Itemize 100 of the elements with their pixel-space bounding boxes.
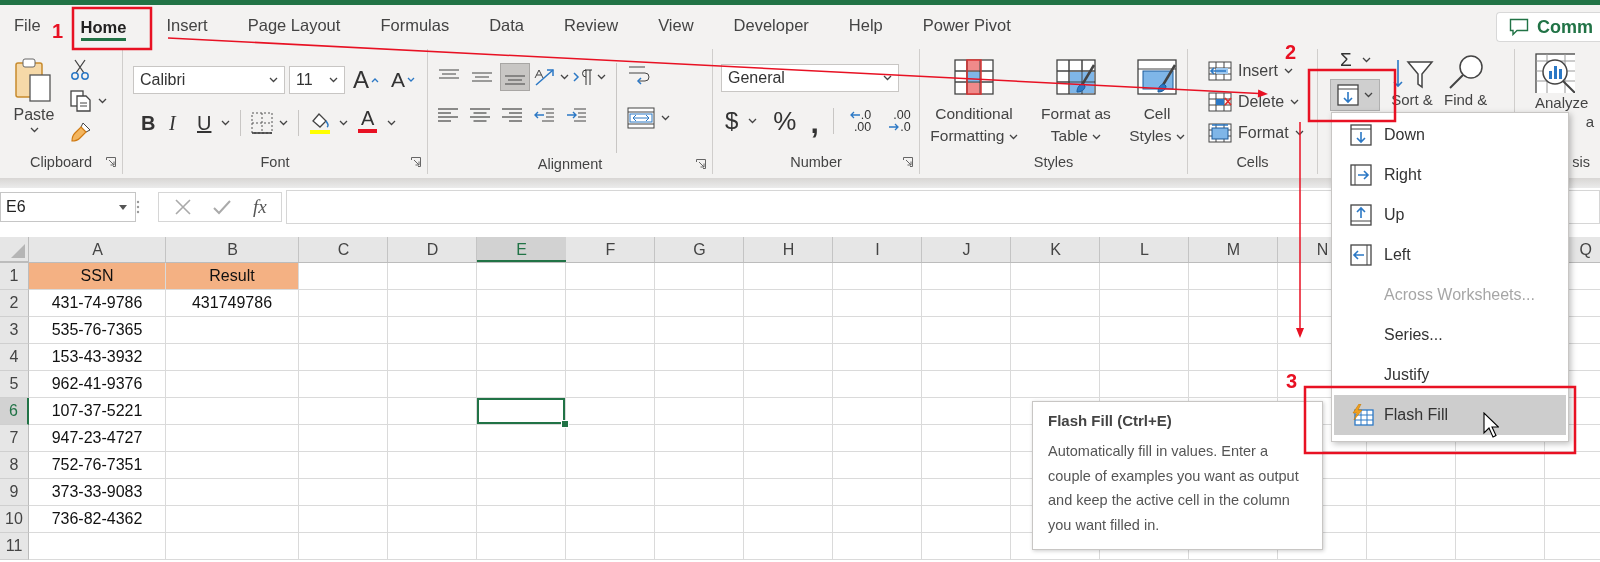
chevron-icon[interactable]	[329, 77, 338, 83]
fill-down-icon[interactable]	[1337, 84, 1359, 106]
row-header[interactable]: 6	[0, 398, 29, 425]
row-header[interactable]: 3	[0, 317, 29, 344]
borders-icon[interactable]	[251, 112, 273, 134]
column-header[interactable]: A	[29, 237, 166, 262]
grow-font-button[interactable]: A	[349, 65, 383, 95]
copy-icon[interactable]	[70, 90, 92, 112]
table-cell[interactable]: 947-23-4727	[29, 425, 165, 451]
fill-up-icon[interactable]	[1350, 204, 1372, 226]
conditional-formatting-icon[interactable]	[954, 59, 994, 97]
column-header[interactable]: D	[388, 237, 477, 262]
dialog-launcher-icon[interactable]	[411, 157, 421, 167]
chevron-icon[interactable]	[748, 118, 758, 124]
table-cell[interactable]: 736-82-4362	[29, 506, 165, 532]
row-header[interactable]: 4	[0, 344, 29, 371]
chevron-icon[interactable]	[1294, 129, 1304, 136]
column-header[interactable]: C	[299, 237, 388, 262]
paste-button[interactable]: Paste	[6, 53, 62, 150]
text-direction-icon[interactable]	[572, 68, 594, 86]
merge-cells-icon[interactable]	[627, 107, 655, 129]
format-table-icon[interactable]	[1056, 59, 1096, 97]
comments-button[interactable]: Comm	[1496, 12, 1600, 42]
decrease-indent-icon[interactable]	[534, 107, 554, 123]
table-cell[interactable]: 373-33-9083	[29, 479, 165, 505]
fill-left-icon[interactable]	[1350, 244, 1372, 266]
column-header[interactable]: I	[833, 237, 922, 262]
table-cell[interactable]: 107-37-5221	[29, 398, 165, 424]
sort-filter-icon[interactable]	[1390, 58, 1434, 90]
italic-button[interactable]: I	[165, 108, 187, 138]
table-cell[interactable]: 752-76-7351	[29, 452, 165, 478]
chevron-icon[interactable]	[269, 77, 278, 83]
fill-button[interactable]	[1330, 79, 1380, 111]
format-cells-button[interactable]: Format	[1208, 117, 1317, 148]
currency-button[interactable]: $	[721, 106, 743, 136]
table-cell[interactable]: 962-41-9376	[29, 371, 165, 397]
chevron-icon[interactable]	[560, 74, 569, 80]
row-header[interactable]: 8	[0, 452, 29, 479]
delete-cells-button[interactable]: Delete	[1208, 86, 1317, 117]
ribbon-tab[interactable]: Insert	[146, 5, 228, 45]
menu-item[interactable]: Down	[1332, 115, 1568, 155]
font-name-dropdown[interactable]: Calibri	[133, 66, 285, 94]
table-cell[interactable]: 431-74-9786	[29, 290, 165, 316]
bold-button[interactable]: B	[137, 108, 159, 138]
chevron-icon[interactable]	[597, 74, 606, 80]
button-label[interactable]: Analyze	[1535, 95, 1600, 111]
paintbrush-icon[interactable]	[70, 121, 92, 143]
column-header[interactable]: K	[1011, 237, 1100, 262]
column-header[interactable]: F	[566, 237, 655, 262]
chevron-icon[interactable]	[98, 98, 107, 104]
chevron-icon[interactable]	[1092, 134, 1102, 141]
delete-cells-icon[interactable]	[1208, 91, 1232, 112]
menu-item[interactable]: Up	[1332, 195, 1568, 235]
orientation-icon[interactable]	[533, 67, 557, 87]
table-cell[interactable]: 431749786	[166, 290, 298, 316]
chevron-icon[interactable]	[1175, 134, 1185, 141]
chevron-icon[interactable]	[1008, 134, 1018, 141]
insert-cells-icon[interactable]	[1208, 60, 1232, 81]
fill-color-icon[interactable]	[309, 111, 333, 135]
row-header[interactable]: 7	[0, 425, 29, 452]
row-header[interactable]: 9	[0, 479, 29, 506]
column-header[interactable]: H	[744, 237, 833, 262]
dialog-launcher-icon[interactable]	[696, 158, 706, 169]
dialog-launcher-icon[interactable]	[903, 157, 913, 167]
font-color-button[interactable]: A	[354, 108, 382, 138]
shrink-font-button[interactable]: A	[387, 65, 420, 95]
cell-styles-button[interactable]: Cell Styles	[1128, 59, 1186, 150]
ribbon-tab[interactable]: Power Pivot	[902, 5, 1031, 45]
percent-button[interactable]: %	[769, 106, 801, 136]
menu-item[interactable]: Left	[1332, 235, 1568, 275]
dialog-launcher-icon[interactable]	[106, 157, 116, 167]
row-header[interactable]: 11	[0, 533, 29, 560]
ribbon-tab[interactable]: View	[638, 5, 714, 45]
comma-button[interactable]: ,	[806, 106, 823, 136]
wrap-text-icon[interactable]	[627, 63, 651, 87]
chevron-icon[interactable]	[1361, 57, 1371, 63]
dropdown-triangle-icon[interactable]	[119, 204, 127, 210]
menu-item[interactable]: Right	[1332, 155, 1568, 195]
chevron-icon[interactable]	[661, 115, 670, 121]
chevron-icon[interactable]	[1284, 67, 1293, 74]
chevron-icon[interactable]	[221, 120, 230, 126]
row-header[interactable]: 5	[0, 371, 29, 398]
chevron-icon[interactable]	[387, 120, 397, 126]
insert-function-button[interactable]: fx	[253, 196, 267, 218]
ribbon-tab[interactable]: Help	[828, 5, 903, 45]
column-header[interactable]: B	[166, 237, 299, 262]
fill-down-icon[interactable]	[1350, 124, 1372, 146]
decrease-decimal-button[interactable]: .00 .0	[883, 108, 917, 134]
chevron-icon[interactable]	[339, 120, 348, 126]
conditional-styles-button[interactable]: Conditional Formatting	[924, 59, 1024, 150]
column-header[interactable]: L	[1100, 237, 1189, 262]
column-header[interactable]: J	[922, 237, 1011, 262]
row-header[interactable]: 10	[0, 506, 29, 533]
fill-right-icon[interactable]	[1350, 164, 1372, 186]
cell-styles-icon[interactable]	[1137, 59, 1177, 97]
ribbon-tab[interactable]: Data	[469, 5, 544, 45]
column-header[interactable]: M	[1189, 237, 1278, 262]
chevron-icon[interactable]	[279, 120, 288, 126]
chevron-icon[interactable]	[1364, 92, 1373, 98]
ribbon-tab[interactable]: Formulas	[360, 5, 470, 45]
